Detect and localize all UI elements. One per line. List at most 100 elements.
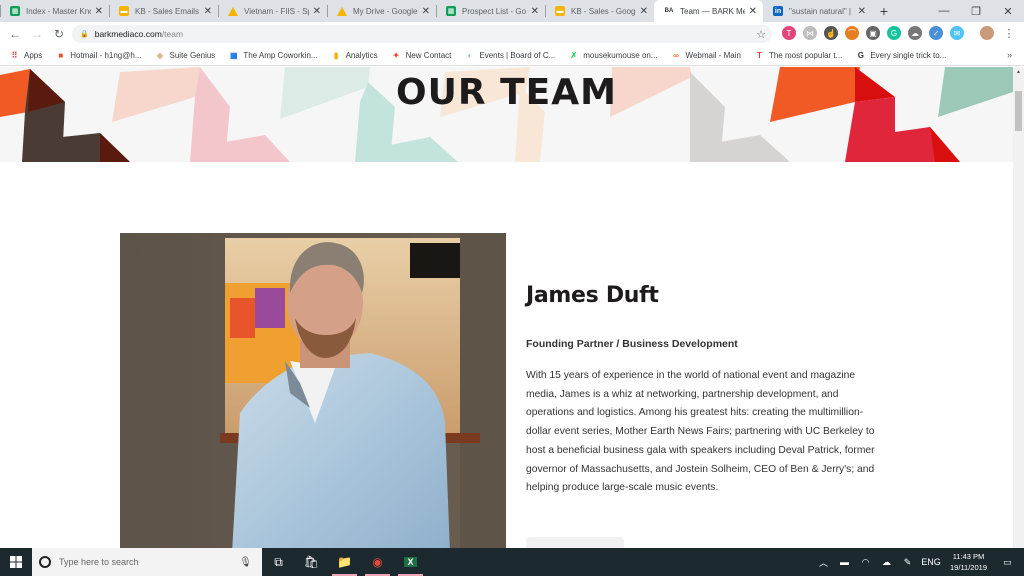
close-icon: ✕ bbox=[1003, 5, 1013, 18]
clock-time: 11:43 PM bbox=[952, 552, 985, 561]
chrome-taskbar-button[interactable]: ◉ bbox=[361, 548, 394, 576]
cortana-icon bbox=[39, 556, 51, 568]
pattern-shape bbox=[390, 137, 458, 162]
close-tab-icon[interactable]: ✕ bbox=[858, 6, 866, 17]
profile-avatar[interactable] bbox=[980, 26, 994, 40]
team-member-photo bbox=[120, 233, 506, 548]
bookmark-item[interactable]: ✗ mousekumouse on... bbox=[569, 51, 657, 60]
store-taskbar-button[interactable]: 🛍 bbox=[295, 548, 328, 576]
start-button[interactable] bbox=[0, 548, 32, 576]
drive-icon bbox=[228, 6, 238, 16]
scan-icon[interactable]: ▣ bbox=[866, 26, 880, 40]
close-tab-icon[interactable]: ✕ bbox=[204, 6, 212, 17]
bookmark-label: Apps bbox=[24, 51, 43, 60]
bookmark-item[interactable]: ■ Hotmail - h1ng@h... bbox=[56, 51, 141, 60]
bookmark-label: New Contact bbox=[405, 51, 452, 60]
slides-icon: ▬ bbox=[119, 6, 129, 16]
bark-icon: BA bbox=[664, 8, 674, 14]
url-domain: barkmediaco.com bbox=[94, 29, 162, 39]
bookmark-item[interactable]: ◆ Suite Genius bbox=[156, 51, 215, 60]
browser-tab[interactable]: ▬ KB - Sales Emails - ✕ bbox=[109, 0, 218, 22]
scrollbar-thumb[interactable] bbox=[1015, 91, 1022, 131]
bookmark-item[interactable]: G Every single trick to... bbox=[856, 51, 947, 60]
shield-icon[interactable]: ✓ bbox=[929, 26, 943, 40]
onedrive-icon[interactable]: ☁ bbox=[876, 557, 897, 568]
excel-taskbar-button[interactable]: X bbox=[394, 548, 427, 576]
page-viewport: OUR TEAM James Duft Founding Partner / B… bbox=[0, 67, 1013, 548]
webmail-icon: ∞ bbox=[673, 51, 679, 60]
page-title: OUR TEAM bbox=[396, 72, 617, 113]
pattern-shape bbox=[225, 135, 290, 162]
tab-strip: ▦ Index - Master Kno ✕ ▬ KB - Sales Emails -… bbox=[0, 0, 1024, 22]
close-window-button[interactable]: ✕ bbox=[992, 0, 1024, 22]
microphone-icon[interactable]: 🎙 bbox=[239, 557, 252, 568]
system-tray: ︿ ▬ ◠ ☁ ✎ ENG 11:43 PM 19/11/2019 ▭ bbox=[813, 548, 1024, 576]
bookmark-star-icon[interactable]: ☆ bbox=[756, 28, 766, 41]
scroll-up-icon[interactable]: ▲ bbox=[1016, 69, 1021, 75]
browser-tab[interactable]: My Drive - Google ✕ bbox=[327, 0, 436, 22]
bookmark-label: Hotmail - h1ng@h... bbox=[70, 51, 142, 60]
file-explorer-icon: 📁 bbox=[337, 555, 352, 569]
mail-icon[interactable]: ✉ bbox=[950, 26, 964, 40]
tab-title: Prospect List - Go bbox=[462, 6, 527, 16]
minimize-button[interactable]: — bbox=[928, 0, 960, 22]
forward-button[interactable]: → bbox=[26, 27, 48, 41]
reload-button[interactable]: ↻ bbox=[48, 27, 70, 41]
team-member-bio: James Duft Founding Partner / Business D… bbox=[526, 283, 876, 498]
maximize-icon: ❐ bbox=[971, 5, 981, 18]
close-tab-icon[interactable]: ✕ bbox=[531, 6, 539, 17]
chevron-up-icon[interactable]: ︿ bbox=[813, 556, 834, 569]
bookmark-item[interactable]: ✦ New Contact bbox=[392, 51, 452, 60]
action-center-icon[interactable]: ▭ bbox=[997, 557, 1018, 568]
browser-tab[interactable]: ▦ Prospect List - Go ✕ bbox=[436, 0, 545, 22]
browser-tab[interactable]: BA Team — BARK Me ✕ bbox=[654, 0, 763, 22]
hand-icon[interactable]: ☝ bbox=[824, 26, 838, 40]
bookmark-item[interactable]: ∞ Webmail - Main bbox=[672, 51, 741, 60]
cloud-icon[interactable]: ☁ bbox=[908, 26, 922, 40]
clock[interactable]: 11:43 PM 19/11/2019 bbox=[950, 551, 987, 573]
bookmark-item[interactable]: ⠿ Apps bbox=[10, 51, 43, 60]
back-button[interactable]: ← bbox=[4, 27, 26, 41]
contact-icon: ✦ bbox=[392, 51, 400, 60]
browser-tab[interactable]: ▦ Index - Master Kno ✕ bbox=[0, 0, 109, 22]
excel-icon: X bbox=[404, 557, 417, 567]
store-icon: 🛍 bbox=[303, 555, 320, 569]
task-view-taskbar-button[interactable]: ⧉ bbox=[262, 548, 295, 576]
bookmark-item[interactable]: ▦ The Amp Coworkin... bbox=[229, 51, 318, 60]
bookmark-item[interactable]: T The most popular t... bbox=[755, 51, 842, 60]
menu-kebab-icon[interactable]: ⋮ bbox=[1002, 26, 1016, 40]
file-explorer-taskbar-button[interactable]: 📁 bbox=[328, 548, 361, 576]
taskbar-search-input[interactable]: Type here to search 🎙 bbox=[32, 548, 262, 576]
pen-icon[interactable]: ✎ bbox=[897, 557, 918, 568]
page-scrollbar[interactable]: ▲ bbox=[1013, 67, 1024, 548]
bookmarks-overflow-button[interactable]: » bbox=[1007, 50, 1012, 60]
new-tab-button[interactable]: + bbox=[872, 3, 896, 19]
windows-logo-icon bbox=[10, 556, 22, 568]
close-tab-icon[interactable]: ✕ bbox=[95, 6, 103, 17]
language-indicator[interactable]: ENG bbox=[918, 557, 944, 567]
wifi-icon[interactable]: ◠ bbox=[855, 557, 876, 568]
close-tab-icon[interactable]: ✕ bbox=[640, 6, 648, 17]
pattern-shape bbox=[930, 127, 960, 162]
bio-button[interactable] bbox=[526, 537, 624, 548]
address-bar[interactable]: 🔒 barkmediaco.com/team ☆ bbox=[72, 25, 772, 43]
maximize-button[interactable]: ❐ bbox=[960, 0, 992, 22]
link-icon[interactable]: ⋈ bbox=[803, 26, 817, 40]
browser-tab[interactable]: in "sustain natural" | ✕ bbox=[763, 0, 872, 22]
close-tab-icon[interactable]: ✕ bbox=[749, 6, 757, 17]
toggl-icon[interactable]: T bbox=[782, 26, 796, 40]
search-placeholder: Type here to search bbox=[59, 557, 139, 567]
battery-icon[interactable]: ▬ bbox=[834, 557, 855, 567]
slides-icon: ▬ bbox=[555, 6, 565, 16]
browser-tab[interactable]: Vietnam - FIIS - Sp ✕ bbox=[218, 0, 327, 22]
t-icon: T bbox=[757, 51, 762, 60]
close-tab-icon[interactable]: ✕ bbox=[313, 6, 321, 17]
diamond-icon: ◆ bbox=[156, 51, 164, 60]
browser-tab[interactable]: ▬ KB - Sales - Google ✕ bbox=[545, 0, 654, 22]
rainbow-icon[interactable]: ⌒ bbox=[845, 26, 859, 40]
url-path: /team bbox=[161, 29, 184, 39]
grammarly-icon[interactable]: G bbox=[887, 26, 901, 40]
close-tab-icon[interactable]: ✕ bbox=[422, 6, 430, 17]
bookmark-item[interactable]: ◐ Events | Board of C... bbox=[465, 51, 555, 60]
bookmark-item[interactable]: ▮ Analytics bbox=[332, 51, 378, 60]
